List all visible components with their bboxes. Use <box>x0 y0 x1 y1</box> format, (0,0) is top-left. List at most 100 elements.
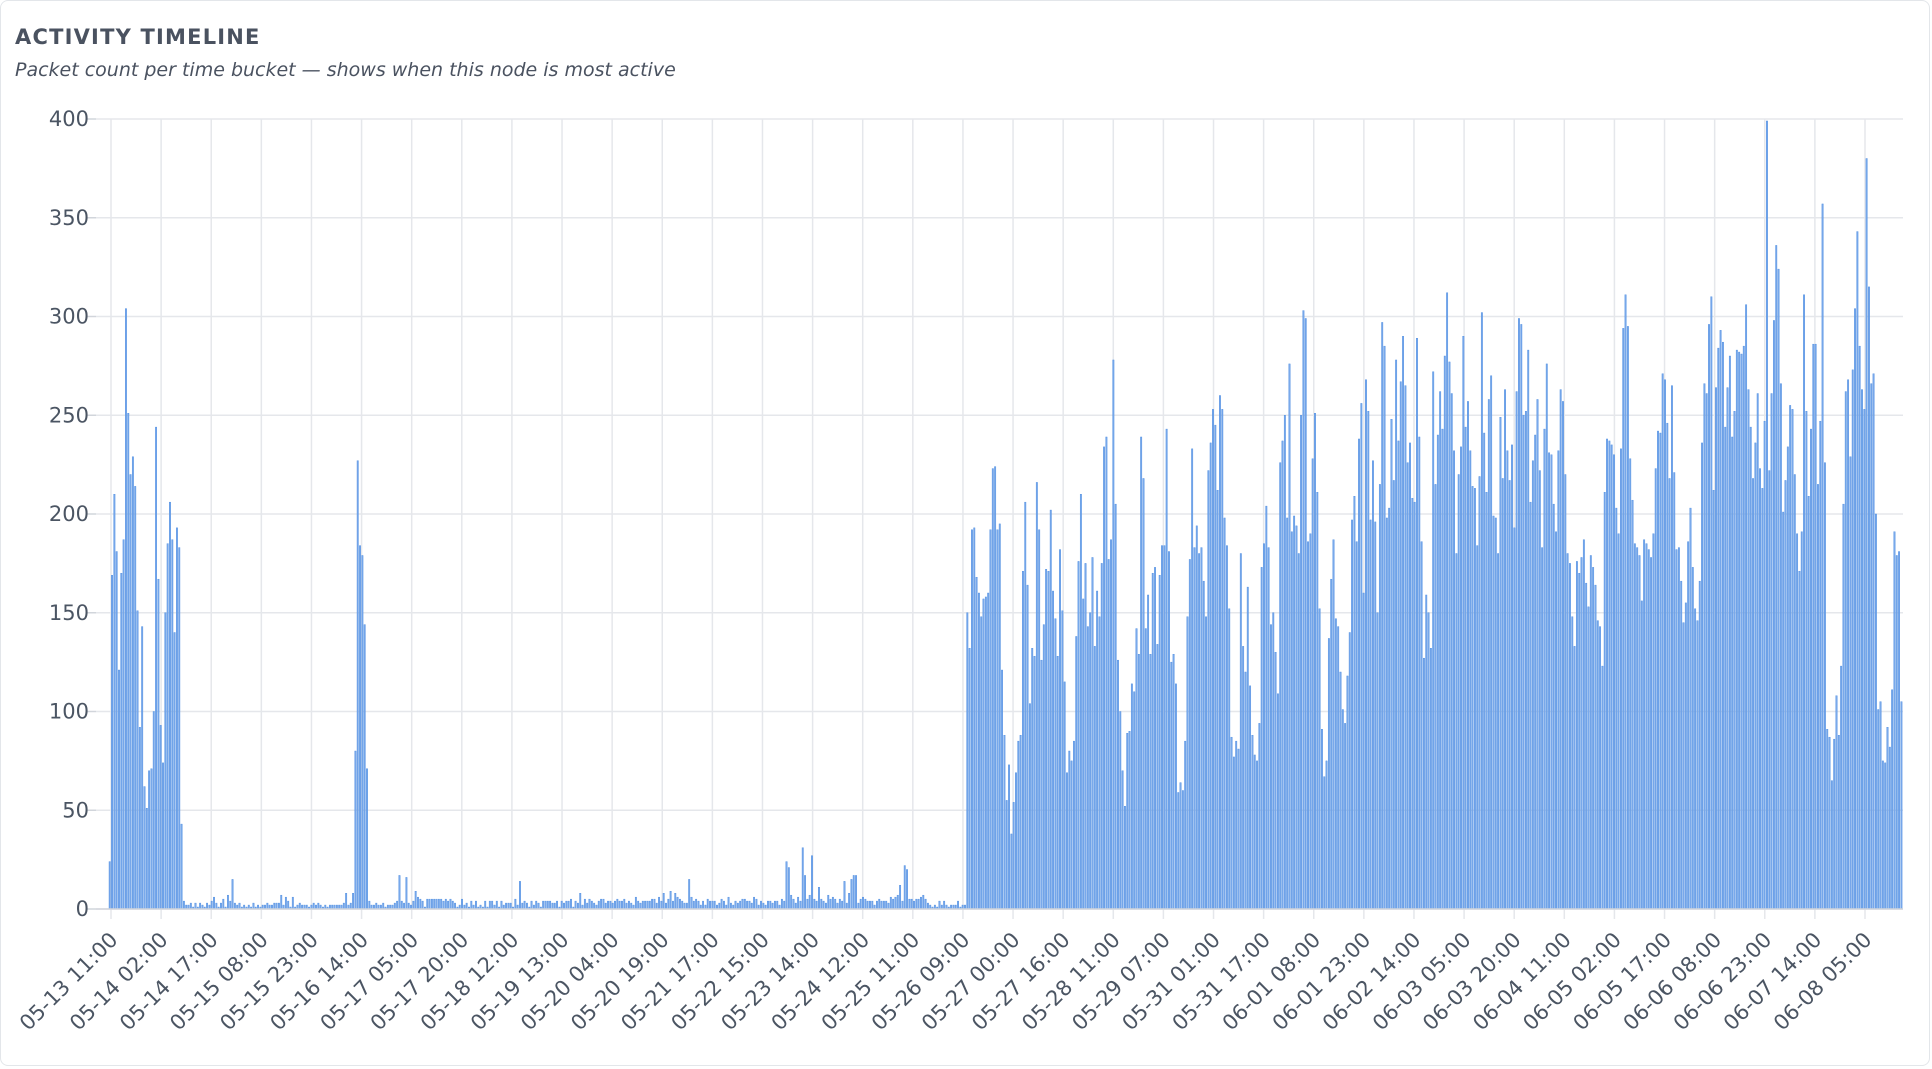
bar[interactable] <box>1775 245 1778 910</box>
bar[interactable] <box>695 898 698 910</box>
bar[interactable] <box>1383 345 1386 910</box>
bar[interactable] <box>1796 533 1799 910</box>
bar[interactable] <box>414 891 417 910</box>
bar[interactable] <box>676 896 679 910</box>
bar[interactable] <box>790 894 793 910</box>
bar[interactable] <box>639 902 642 910</box>
bar[interactable] <box>593 902 596 910</box>
bar[interactable] <box>556 900 558 910</box>
bar[interactable] <box>604 902 607 910</box>
bar[interactable] <box>1476 545 1479 910</box>
bar[interactable] <box>938 900 941 910</box>
bar[interactable] <box>1536 399 1539 910</box>
bar[interactable] <box>818 887 820 910</box>
bar[interactable] <box>1270 624 1272 910</box>
bar[interactable] <box>1485 492 1488 910</box>
bar[interactable] <box>1225 545 1228 910</box>
bar[interactable] <box>838 898 841 910</box>
bar[interactable] <box>1348 632 1351 910</box>
bar[interactable] <box>1409 442 1411 910</box>
bar[interactable] <box>470 900 473 910</box>
bar[interactable] <box>141 626 144 910</box>
bar[interactable] <box>280 894 283 910</box>
bar[interactable] <box>630 902 633 910</box>
bar[interactable] <box>989 529 992 910</box>
bar[interactable] <box>1124 806 1126 910</box>
bar[interactable] <box>396 900 399 910</box>
bar[interactable] <box>896 894 899 910</box>
bar[interactable] <box>500 900 503 910</box>
bar[interactable] <box>607 900 609 910</box>
bar[interactable] <box>1522 415 1525 910</box>
bar[interactable] <box>1114 503 1117 910</box>
bar[interactable] <box>1390 419 1393 910</box>
bar[interactable] <box>227 894 229 910</box>
bar[interactable] <box>1133 691 1136 910</box>
bar[interactable] <box>570 898 572 910</box>
bar[interactable] <box>1677 547 1680 910</box>
bar[interactable] <box>400 900 403 910</box>
bar[interactable] <box>1151 573 1154 910</box>
bar[interactable] <box>363 624 366 910</box>
bar[interactable] <box>1705 393 1708 910</box>
bar[interactable] <box>1295 525 1298 910</box>
bar[interactable] <box>1703 383 1706 910</box>
bar[interactable] <box>1318 608 1321 910</box>
bar[interactable] <box>1302 310 1305 910</box>
bar[interactable] <box>690 896 693 910</box>
bar[interactable] <box>1895 555 1898 910</box>
bar[interactable] <box>1327 638 1330 910</box>
bar[interactable] <box>1791 409 1794 910</box>
bar[interactable] <box>1128 731 1131 910</box>
bar[interactable] <box>1110 539 1112 910</box>
bar[interactable] <box>706 898 709 910</box>
bar[interactable] <box>957 900 959 910</box>
bar[interactable] <box>1784 480 1787 910</box>
bar[interactable] <box>1515 391 1518 910</box>
bar[interactable] <box>430 898 433 910</box>
bar[interactable] <box>145 808 148 910</box>
bar[interactable] <box>1082 598 1085 910</box>
bar[interactable] <box>621 900 623 910</box>
bar[interactable] <box>1835 695 1838 910</box>
bar[interactable] <box>1420 541 1423 910</box>
bar[interactable] <box>1001 669 1003 910</box>
bar[interactable] <box>1232 756 1235 910</box>
bar[interactable] <box>1807 496 1810 910</box>
bar[interactable] <box>113 494 116 910</box>
bar[interactable] <box>741 898 744 910</box>
bar[interactable] <box>1617 533 1620 910</box>
bar[interactable] <box>1374 521 1377 910</box>
bar[interactable] <box>1351 519 1353 910</box>
bar[interactable] <box>129 474 132 910</box>
bar[interactable] <box>653 898 656 910</box>
bar[interactable] <box>1026 584 1029 910</box>
bar[interactable] <box>1103 446 1105 910</box>
bar[interactable] <box>136 610 139 910</box>
bar[interactable] <box>1742 345 1745 910</box>
bar[interactable] <box>1898 551 1900 910</box>
bar[interactable] <box>984 596 987 910</box>
bar[interactable] <box>1054 618 1057 910</box>
bar[interactable] <box>688 879 691 910</box>
bar[interactable] <box>407 902 410 910</box>
bar[interactable] <box>651 898 654 910</box>
bar[interactable] <box>1689 507 1692 910</box>
bar[interactable] <box>1068 750 1071 910</box>
bar[interactable] <box>1212 409 1214 910</box>
bar[interactable] <box>1242 646 1245 910</box>
bar[interactable] <box>1645 543 1648 910</box>
bar[interactable] <box>616 898 619 910</box>
bar[interactable] <box>1381 322 1384 910</box>
bar[interactable] <box>845 902 848 910</box>
bar[interactable] <box>750 902 753 910</box>
bar[interactable] <box>1501 478 1504 910</box>
bar[interactable] <box>815 900 818 910</box>
bar[interactable] <box>417 896 419 910</box>
bar[interactable] <box>1089 612 1092 910</box>
bar[interactable] <box>1137 654 1140 910</box>
bar[interactable] <box>799 900 802 910</box>
bar[interactable] <box>1267 547 1270 910</box>
bar[interactable] <box>678 898 681 910</box>
bar[interactable] <box>910 898 913 910</box>
